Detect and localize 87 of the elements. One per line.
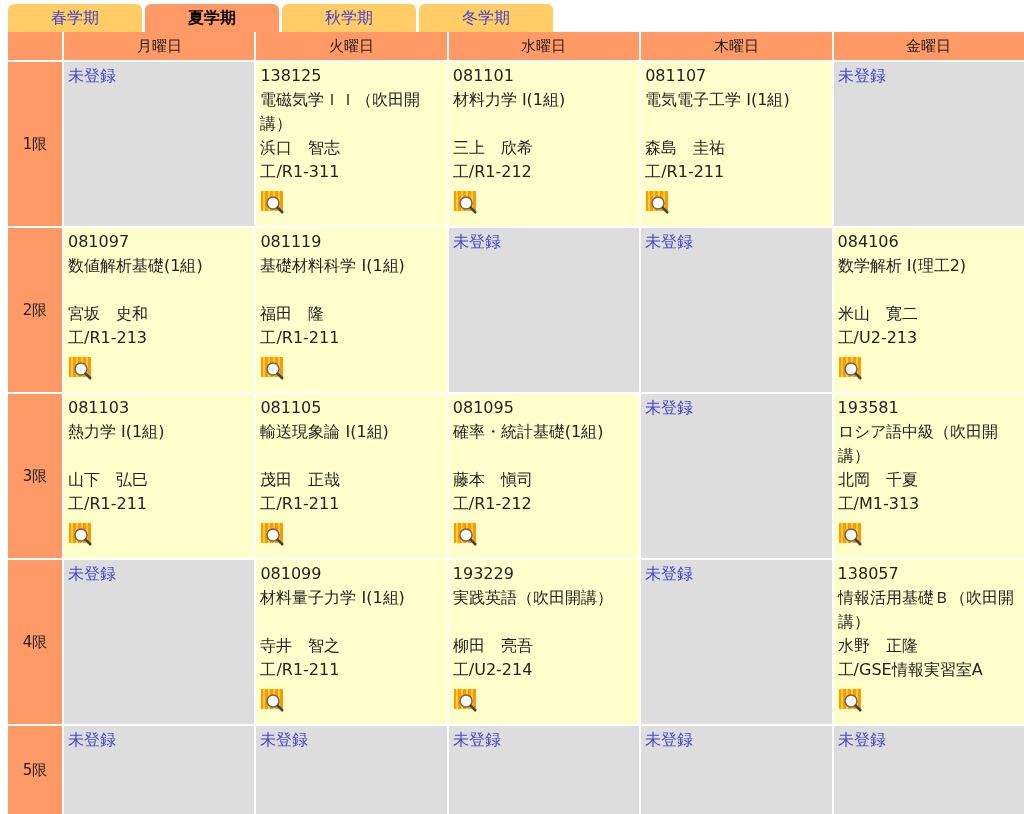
term-tab[interactable]: 夏学期 [145, 4, 279, 32]
unregistered-link[interactable]: 未登録 [645, 728, 694, 752]
teacher-name: 米山 寛二 [837, 303, 918, 325]
magnifier-icon[interactable] [452, 190, 479, 214]
unregistered-link[interactable]: 未登録 [452, 230, 501, 254]
course-code: 081099 [260, 563, 322, 585]
teacher-name: 北岡 千夏 [837, 469, 918, 491]
day-header: 金曜日 [833, 32, 1024, 60]
unregistered-link[interactable]: 未登録 [837, 64, 886, 88]
course-title: 電気電子工学 I(1組) [645, 89, 790, 111]
unregistered-link[interactable]: 未登録 [645, 230, 694, 254]
magnifier-icon[interactable] [837, 356, 864, 380]
course-title: 材料量子力学 I(1組) [260, 587, 405, 609]
day-header: 水曜日 [448, 32, 640, 60]
course-code: 081101 [452, 65, 514, 87]
unregistered-link[interactable]: 未登録 [837, 728, 886, 752]
room-name: 工/R1-211 [68, 493, 147, 515]
course-title: 電磁気学ＩＩ（吹田開講） [260, 89, 422, 135]
magnifier-icon[interactable] [68, 522, 94, 546]
room-name: 工/R1-212 [452, 161, 532, 183]
teacher-name: 藤本 愼司 [452, 469, 533, 491]
course-title: 情報活用基礎Ｂ（吹田開講） [837, 587, 1015, 633]
teacher-name: 宮坂 史和 [68, 303, 148, 325]
unregistered-link[interactable]: 未登録 [260, 728, 309, 752]
course-code: 138057 [837, 563, 899, 585]
day-header: 火曜日 [256, 32, 447, 60]
course-title: 数値解析基礎(1組) [68, 255, 203, 277]
period-header: 1限 [8, 62, 62, 226]
period-header: 5限 [8, 726, 62, 814]
room-name: 工/R1-211 [260, 659, 340, 681]
room-name: 工/GSE情報実習室A [837, 659, 983, 681]
term-tab[interactable]: 秋学期 [282, 4, 416, 32]
course-code: 081105 [260, 397, 322, 419]
teacher-name: 福田 隆 [260, 303, 325, 325]
course-code: 084106 [837, 231, 899, 253]
room-name: 工/R1-211 [645, 161, 725, 183]
unregistered-link[interactable]: 未登録 [645, 396, 694, 420]
unregistered-link[interactable]: 未登録 [68, 562, 116, 586]
magnifier-icon[interactable] [68, 356, 94, 380]
teacher-name: 三上 欣希 [452, 137, 533, 159]
teacher-name: 寺井 智之 [260, 635, 341, 657]
course-title: 確率・統計基礎(1組) [452, 421, 604, 443]
unregistered-link[interactable]: 未登録 [68, 728, 116, 752]
teacher-name: 柳田 亮吾 [452, 635, 533, 657]
magnifier-icon[interactable] [837, 522, 864, 546]
room-name: 工/R1-212 [452, 493, 532, 515]
magnifier-icon[interactable] [452, 688, 479, 712]
course-code: 081107 [645, 65, 707, 87]
teacher-name: 水野 正隆 [837, 635, 918, 657]
unregistered-link[interactable]: 未登録 [452, 728, 501, 752]
room-name: 工/M1-313 [837, 493, 920, 515]
course-code: 193229 [452, 563, 514, 585]
course-title: 基礎材料科学 I(1組) [260, 255, 405, 277]
room-name: 工/U2-213 [837, 327, 918, 349]
room-name: 工/U2-214 [452, 659, 533, 681]
course-title: 熱力学 I(1組) [68, 421, 165, 443]
day-header: 木曜日 [641, 32, 832, 60]
course-title: 実践英語（吹田開講） [452, 587, 613, 609]
magnifier-icon[interactable] [837, 688, 864, 712]
course-code: 081097 [68, 231, 130, 253]
course-title: 輸送現象論 I(1組) [260, 421, 389, 443]
course-code: 138125 [260, 65, 322, 87]
teacher-name: 茂田 正哉 [260, 469, 341, 491]
teacher-name: 山下 弘巳 [68, 469, 148, 491]
day-header: 月曜日 [64, 32, 255, 60]
unregistered-link[interactable]: 未登録 [645, 562, 694, 586]
room-name: 工/R1-211 [260, 493, 340, 515]
room-name: 工/R1-311 [260, 161, 340, 183]
unregistered-link[interactable]: 未登録 [68, 64, 116, 88]
period-header: 3限 [8, 394, 62, 558]
room-name: 工/R1-213 [68, 327, 147, 349]
header-corner [8, 32, 62, 60]
magnifier-icon[interactable] [452, 522, 479, 546]
course-title: 材料力学 I(1組) [452, 89, 566, 111]
course-title: ロシア語中級（吹田開講） [837, 421, 999, 467]
course-code: 081119 [260, 231, 322, 253]
course-code: 081103 [68, 397, 130, 419]
course-code: 193581 [837, 397, 899, 419]
term-tab[interactable]: 春学期 [8, 4, 142, 32]
course-title: 数学解析 I(理工2) [837, 255, 967, 277]
teacher-name: 浜口 智志 [260, 137, 341, 159]
room-name: 工/R1-211 [260, 327, 340, 349]
period-header: 2限 [8, 228, 62, 392]
term-tab[interactable]: 冬学期 [419, 4, 553, 32]
period-header: 4限 [8, 560, 62, 724]
teacher-name: 森島 圭祐 [645, 137, 726, 159]
course-code: 081095 [452, 397, 514, 419]
